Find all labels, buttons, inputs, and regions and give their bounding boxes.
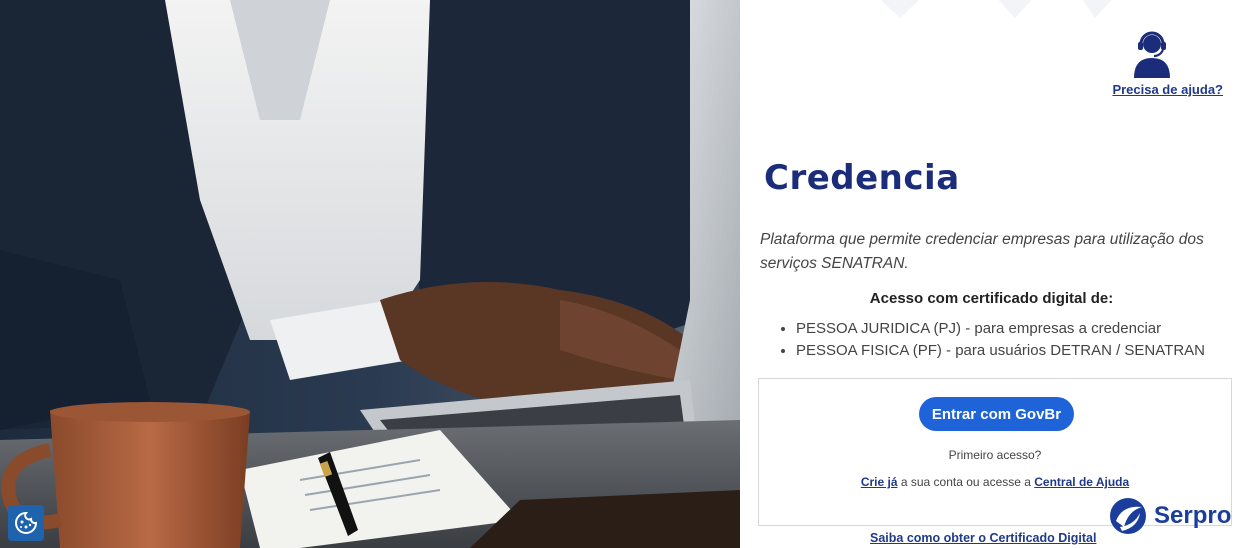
serpro-logo: Serpro bbox=[1108, 497, 1231, 535]
list-item: PESSOA JURIDICA (PJ) - para empresas a c… bbox=[796, 318, 1205, 340]
create-account-line: Crie já a sua conta ou acesse a Central … bbox=[759, 475, 1231, 489]
certificate-info-link[interactable]: Saiba como obter o Certificado Digital bbox=[870, 531, 1096, 545]
hero-photo bbox=[0, 0, 740, 548]
serpro-brand-text: Serpro bbox=[1154, 502, 1232, 529]
help-section: Precisa de ajuda? bbox=[1112, 30, 1223, 97]
headset-agent-icon[interactable] bbox=[1130, 30, 1174, 78]
access-list: PESSOA JURIDICA (PJ) - para empresas a c… bbox=[780, 318, 1205, 362]
office-scene-image bbox=[0, 0, 740, 548]
cookie-settings-button[interactable] bbox=[8, 505, 44, 541]
access-heading: Acesso com certificado digital de: bbox=[869, 290, 1114, 307]
first-access-label: Primeiro acesso? bbox=[948, 448, 1042, 462]
login-panel: Precisa de ajuda? Credencia Plataforma q… bbox=[740, 0, 1243, 548]
help-center-link[interactable]: Central de Ajuda bbox=[1034, 475, 1129, 489]
list-item: PESSOA FISICA (PF) - para usuários DETRA… bbox=[796, 340, 1205, 362]
page-subtitle: Plataforma que permite credenciar empres… bbox=[760, 231, 1204, 272]
govbr-login-button[interactable]: Entrar com GovBr bbox=[919, 397, 1074, 431]
help-link[interactable]: Precisa de ajuda? bbox=[1112, 82, 1223, 97]
page-title: Credencia bbox=[764, 158, 960, 198]
background-watermark bbox=[881, 0, 1112, 18]
cookie-icon bbox=[15, 511, 38, 534]
create-account-text: a sua conta ou acesse a bbox=[897, 475, 1035, 489]
create-account-link[interactable]: Crie já bbox=[861, 475, 898, 489]
serpro-logo-icon bbox=[1110, 498, 1146, 534]
